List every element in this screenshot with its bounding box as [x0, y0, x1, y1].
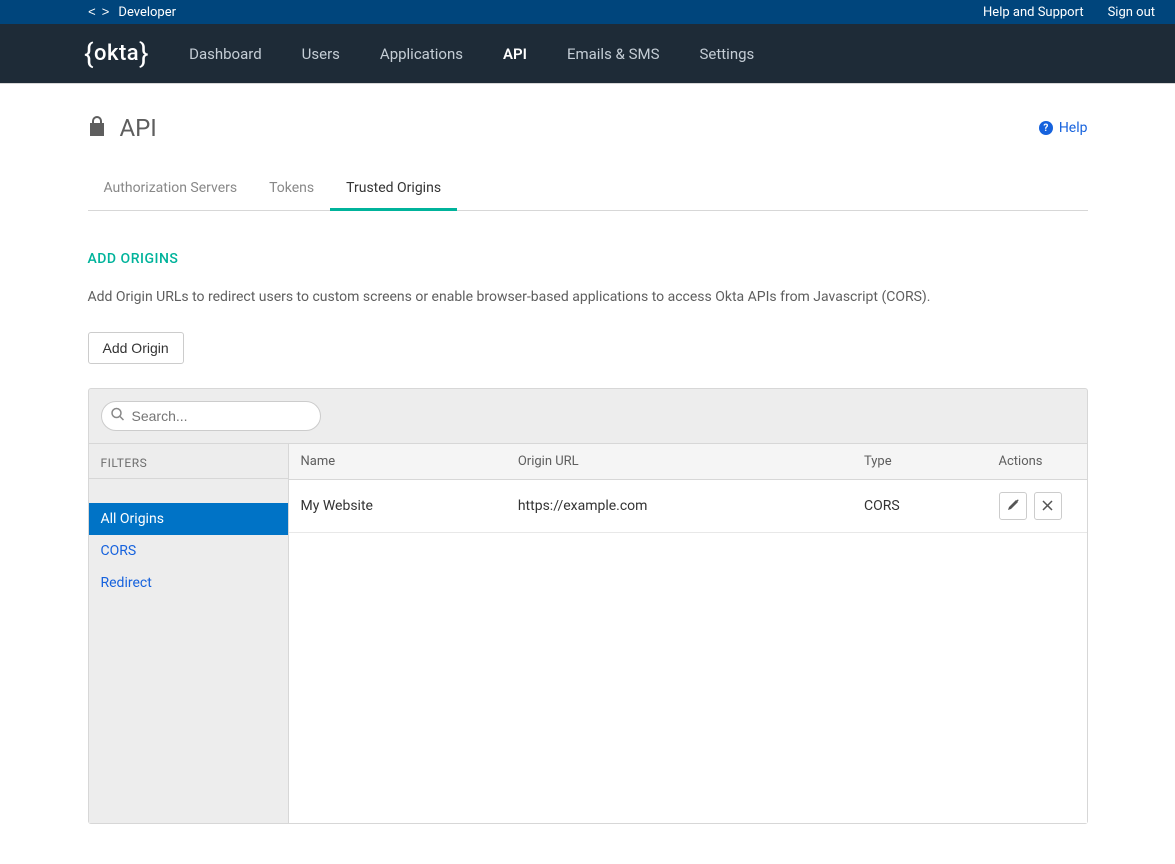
tabs: Authorization Servers Tokens Trusted Ori…: [88, 168, 1088, 211]
col-name: Name: [289, 444, 506, 480]
pencil-icon: [1007, 499, 1019, 514]
origins-panel: FILTERS All Origins CORS Redirect Name O…: [88, 388, 1088, 824]
delete-button[interactable]: [1034, 492, 1062, 520]
help-icon: ?: [1039, 121, 1053, 135]
nav-emails-sms[interactable]: Emails & SMS: [567, 45, 660, 63]
developer-mode-link[interactable]: Developer: [118, 5, 176, 20]
origins-table: Name Origin URL Type Actions My Website …: [289, 443, 1087, 533]
signout-link[interactable]: Sign out: [1108, 5, 1155, 20]
nav-users[interactable]: Users: [302, 45, 340, 63]
developer-icon: < >: [88, 5, 108, 20]
help-support-link[interactable]: Help and Support: [983, 5, 1084, 20]
nav-settings[interactable]: Settings: [700, 45, 755, 63]
section-title: ADD ORIGINS: [88, 251, 1088, 267]
nav-applications[interactable]: Applications: [380, 45, 463, 63]
nav-links: Dashboard Users Applications API Emails …: [189, 45, 754, 63]
table-row: My Website https://example.com CORS: [289, 480, 1087, 533]
cell-name: My Website: [289, 480, 506, 533]
lock-icon: [88, 115, 106, 142]
edit-button[interactable]: [999, 492, 1027, 520]
nav-dashboard[interactable]: Dashboard: [189, 45, 262, 63]
tab-tokens[interactable]: Tokens: [253, 168, 330, 210]
top-bar: < > Developer Help and Support Sign out: [0, 0, 1175, 24]
brand-logo: {okta}: [84, 37, 149, 70]
col-actions: Actions: [987, 444, 1087, 480]
nav-api[interactable]: API: [503, 45, 527, 63]
page-title: API: [120, 114, 157, 142]
cell-url: https://example.com: [506, 480, 852, 533]
col-type: Type: [852, 444, 987, 480]
filter-all-origins[interactable]: All Origins: [89, 503, 288, 535]
main-nav: {okta} Dashboard Users Applications API …: [0, 24, 1175, 84]
filter-redirect[interactable]: Redirect: [89, 567, 288, 599]
tab-trusted-origins[interactable]: Trusted Origins: [330, 168, 457, 211]
col-origin-url: Origin URL: [506, 444, 852, 480]
close-icon: [1042, 499, 1053, 514]
section-description: Add Origin URLs to redirect users to cus…: [88, 287, 1088, 308]
help-link[interactable]: ? Help: [1039, 120, 1088, 136]
filter-cors[interactable]: CORS: [89, 535, 288, 567]
tab-authorization-servers[interactable]: Authorization Servers: [88, 168, 254, 210]
filters-sidebar: FILTERS All Origins CORS Redirect: [89, 443, 289, 823]
filters-heading: FILTERS: [89, 443, 288, 479]
search-input[interactable]: [101, 401, 321, 431]
cell-type: CORS: [852, 480, 987, 533]
add-origin-button[interactable]: Add Origin: [88, 332, 184, 364]
